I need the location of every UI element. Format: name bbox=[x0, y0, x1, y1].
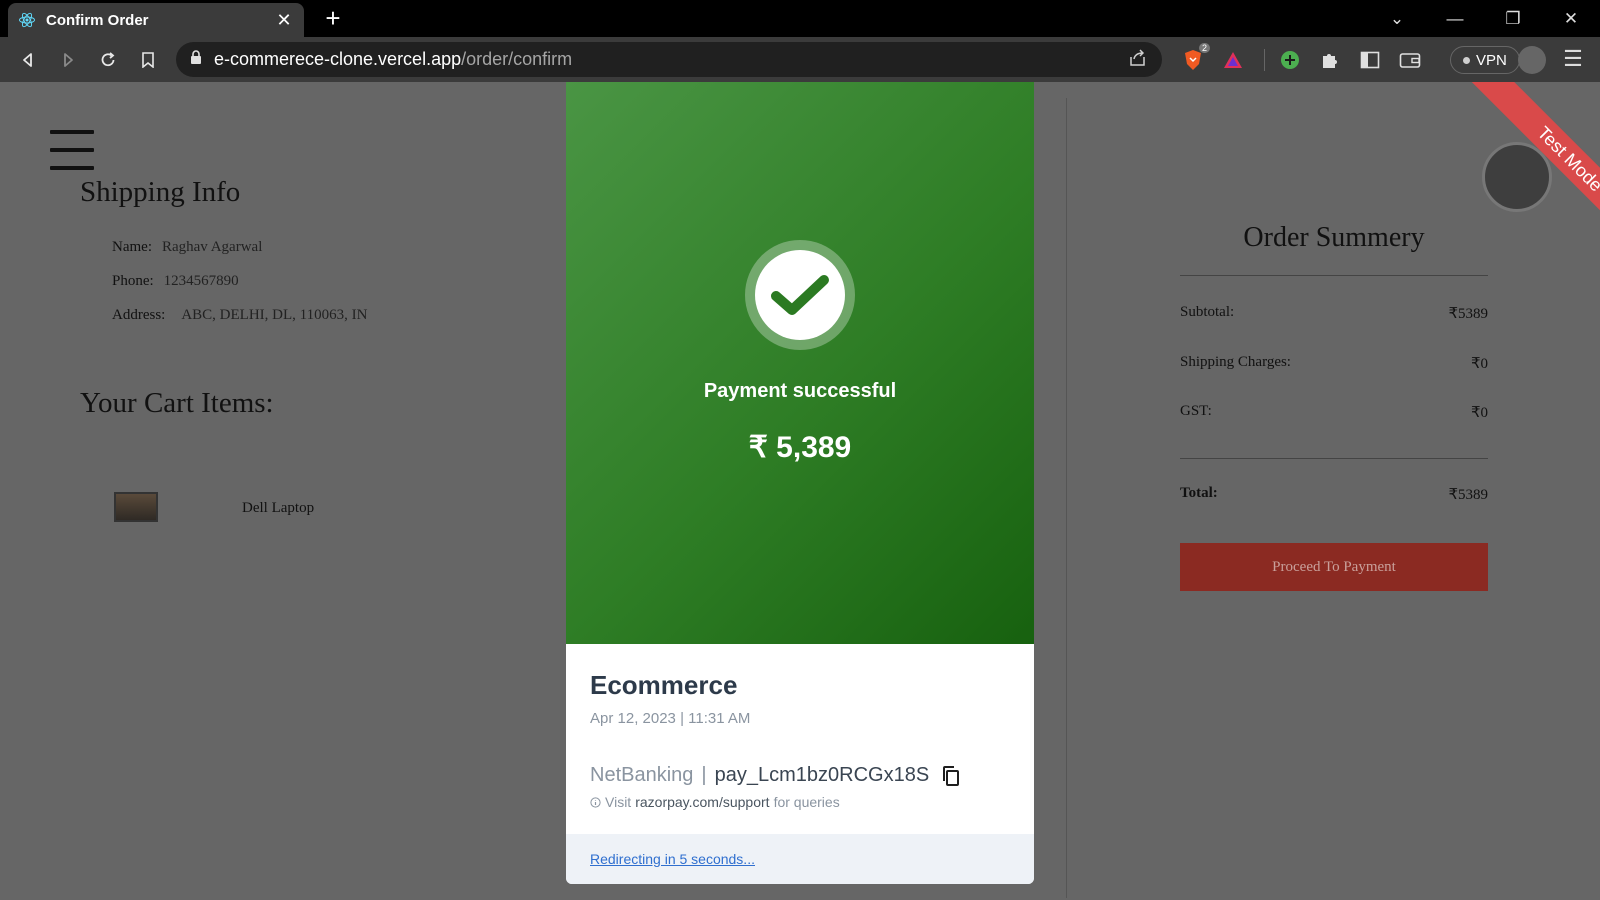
address-bar[interactable]: e-commerece-clone.vercel.app/order/confi… bbox=[176, 42, 1162, 77]
subtotal-label: Subtotal: bbox=[1180, 304, 1235, 320]
subtotal-row: Subtotal: ₹5389 bbox=[1180, 304, 1488, 323]
payment-success-banner: Payment successful ₹ 5,389 bbox=[566, 82, 1034, 644]
url-path: /order/confirm bbox=[461, 49, 573, 69]
summary-divider-top bbox=[1180, 275, 1488, 276]
payment-id: pay_Lcm1bz0RCGx18S bbox=[714, 764, 930, 786]
window-controls: ⌄ — ❐ ✕ bbox=[1368, 0, 1600, 37]
vpn-label: VPN bbox=[1476, 51, 1507, 69]
extensions-area: 2 bbox=[1176, 43, 1433, 77]
test-mode-label: Test Mode bbox=[1453, 82, 1600, 272]
green-extension-icon[interactable] bbox=[1273, 43, 1307, 77]
shipping-info-heading: Shipping Info bbox=[80, 176, 241, 208]
shipping-address-row: Address: ABC, DELHI, DL, 110063, IN bbox=[112, 307, 367, 324]
browser-menu-icon[interactable]: ☰ bbox=[1560, 46, 1586, 74]
summary-divider-bottom bbox=[1180, 458, 1488, 459]
minimize-icon[interactable]: — bbox=[1426, 9, 1484, 29]
payment-datetime: Apr 12, 2023 | 11:31 AM bbox=[590, 710, 751, 727]
close-window-icon[interactable]: ✕ bbox=[1542, 9, 1600, 29]
tab-title: Confirm Order bbox=[46, 11, 149, 29]
razorpay-payment-modal: Payment successful ₹ 5,389 Ecommerce Apr… bbox=[566, 82, 1034, 884]
name-label: Name: bbox=[112, 239, 152, 255]
react-icon bbox=[18, 11, 36, 29]
total-label: Total: bbox=[1180, 485, 1218, 501]
redirect-footer: Redirecting in 5 seconds... bbox=[566, 834, 1034, 884]
restore-icon[interactable]: ❐ bbox=[1484, 9, 1542, 29]
browser-toolbar: e-commerece-clone.vercel.app/order/confi… bbox=[0, 37, 1600, 82]
copy-icon[interactable] bbox=[941, 765, 961, 787]
payment-amount: ₹ 5,389 bbox=[748, 431, 852, 464]
share-icon[interactable] bbox=[1128, 48, 1148, 73]
forward-icon[interactable] bbox=[48, 40, 88, 80]
test-mode-ribbon: Test Mode bbox=[1410, 82, 1600, 272]
cart-items-heading: Your Cart Items: bbox=[80, 387, 274, 419]
support-link[interactable]: razorpay.com/support bbox=[635, 794, 769, 810]
vertical-divider bbox=[1066, 98, 1067, 898]
back-icon[interactable] bbox=[8, 40, 48, 80]
address-label: Address: bbox=[112, 307, 166, 323]
reload-icon[interactable] bbox=[88, 40, 128, 80]
support-prefix: Visit bbox=[605, 794, 632, 810]
total-row: Total: ₹5389 bbox=[1180, 485, 1488, 504]
brave-rewards-icon[interactable] bbox=[1216, 43, 1250, 77]
support-suffix: for queries bbox=[773, 794, 840, 810]
shipping-charges-label: Shipping Charges: bbox=[1180, 354, 1291, 370]
shipping-name-row: Name: Raghav Agarwal bbox=[112, 239, 262, 256]
puzzle-icon[interactable] bbox=[1313, 43, 1347, 77]
payment-status-text: Payment successful bbox=[703, 380, 897, 402]
profile-avatar[interactable] bbox=[1518, 46, 1546, 74]
hamburger-menu-icon[interactable] bbox=[50, 130, 94, 172]
merchant-name: Ecommerce bbox=[590, 670, 738, 700]
gst-label: GST: bbox=[1180, 403, 1212, 419]
name-value: Raghav Agarwal bbox=[161, 239, 263, 255]
shipping-charges-row: Shipping Charges: ₹0 bbox=[1180, 354, 1488, 373]
gst-value: ₹0 bbox=[1470, 405, 1488, 421]
browser-tabbar: Confirm Order ✕ + ⌄ — ❐ ✕ bbox=[0, 0, 1600, 37]
payment-method: NetBanking bbox=[590, 764, 694, 786]
address-value: ABC, DELHI, DL, 110063, IN bbox=[181, 307, 368, 323]
gst-row: GST: ₹0 bbox=[1180, 403, 1488, 422]
method-separator: | bbox=[701, 764, 707, 786]
sidebar-icon[interactable] bbox=[1353, 43, 1387, 77]
shipping-charges-value: ₹0 bbox=[1470, 356, 1488, 372]
vpn-button[interactable]: VPN bbox=[1450, 46, 1520, 74]
brave-badge: 2 bbox=[1198, 43, 1210, 53]
shipping-phone-row: Phone: 1234567890 bbox=[112, 273, 239, 290]
lock-icon bbox=[190, 49, 202, 70]
info-icon bbox=[590, 796, 601, 808]
total-value: ₹5389 bbox=[1448, 487, 1488, 503]
redirect-link[interactable]: Redirecting in 5 seconds... bbox=[590, 851, 755, 867]
vpn-status-icon bbox=[1463, 56, 1470, 64]
success-check-icon bbox=[745, 240, 855, 350]
subtotal-value: ₹5389 bbox=[1448, 306, 1488, 322]
proceed-to-payment-button[interactable]: Proceed To Payment bbox=[1180, 543, 1488, 591]
tab-search-icon[interactable]: ⌄ bbox=[1368, 9, 1426, 29]
cart-item-image[interactable] bbox=[114, 492, 158, 522]
close-tab-icon[interactable]: ✕ bbox=[274, 11, 294, 29]
wallet-icon[interactable] bbox=[1393, 43, 1427, 77]
payment-method-row: NetBanking | pay_Lcm1bz0RCGx18S bbox=[590, 764, 961, 787]
page-content: Shipping Info Name: Raghav Agarwal Phone:… bbox=[0, 82, 1600, 900]
toolbar-separator bbox=[1264, 49, 1265, 71]
brave-shield-icon[interactable]: 2 bbox=[1176, 43, 1210, 77]
support-note: Visit razorpay.com/support for queries bbox=[590, 794, 840, 810]
bookmark-icon[interactable] bbox=[128, 40, 168, 80]
phone-value: 1234567890 bbox=[163, 273, 239, 289]
url-host: e-commerece-clone.vercel.app bbox=[214, 49, 462, 69]
new-tab-icon[interactable]: + bbox=[320, 5, 346, 31]
browser-tab[interactable]: Confirm Order ✕ bbox=[8, 3, 304, 37]
cart-item-name[interactable]: Dell Laptop bbox=[242, 500, 314, 517]
phone-label: Phone: bbox=[112, 273, 154, 289]
